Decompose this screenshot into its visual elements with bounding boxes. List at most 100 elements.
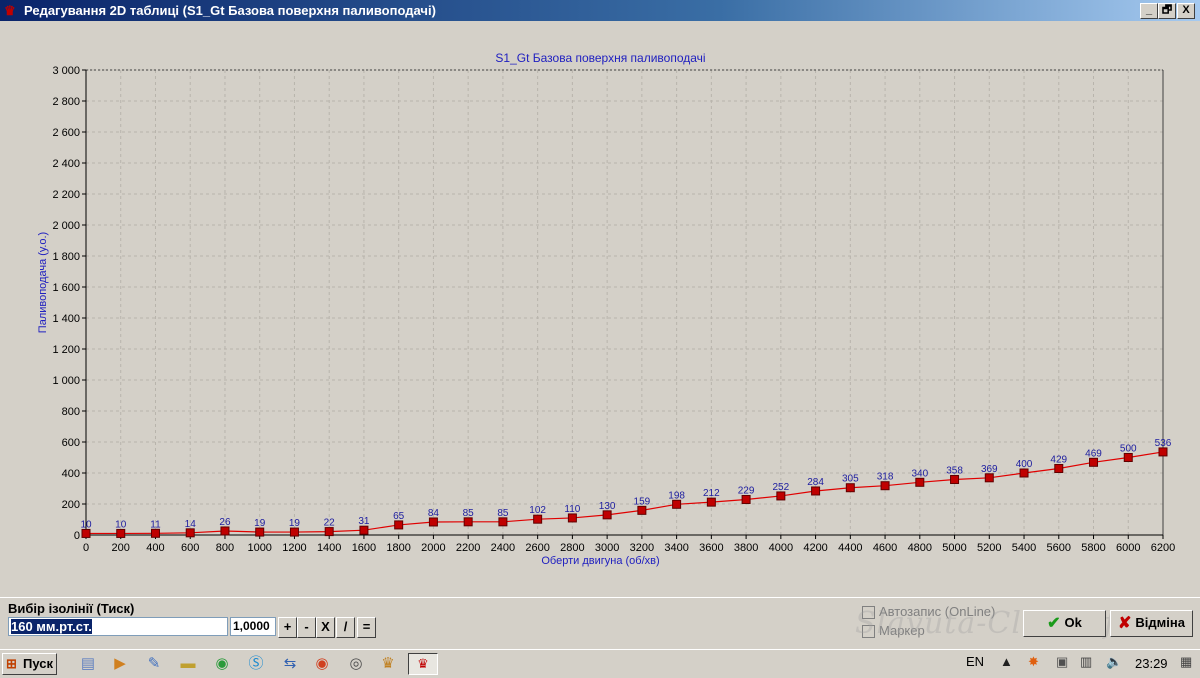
y-tick-label: 800 (62, 406, 80, 418)
plus-button[interactable]: + (278, 617, 297, 638)
isoline-value-field[interactable]: 1,0000 (230, 617, 276, 636)
data-label: 429 (1050, 455, 1067, 466)
minus-button[interactable]: - (297, 617, 316, 638)
explorer-icon[interactable]: ▤ (78, 654, 98, 674)
active-task-crown[interactable]: ♛ (408, 653, 438, 675)
device-tray-icon[interactable]: ▣ (1056, 654, 1068, 670)
folder-icon[interactable]: ▬ (178, 654, 198, 674)
cross-icon: ✘ (1118, 614, 1132, 632)
data-point (706, 497, 716, 507)
x-tick-label: 4400 (838, 542, 862, 554)
chart-area: 0 200 400 600 800 1 000 1 200 1 400 1 600 1 800 2 … (0, 21, 1200, 597)
restore-button[interactable]: 🗗 (1158, 3, 1176, 19)
y-tick-label: 2 800 (52, 96, 80, 108)
data-point (81, 528, 91, 538)
media-player-icon[interactable]: ▶ (110, 654, 130, 674)
data-label: 10 (80, 519, 92, 530)
divide-button[interactable]: / (336, 617, 355, 638)
x-tick-label: 2000 (421, 542, 445, 554)
data-label: 19 (254, 518, 266, 529)
data-point (1089, 457, 1099, 467)
clock: 23:29 (1135, 656, 1168, 671)
plot-background (86, 70, 1163, 535)
data-point (463, 517, 473, 527)
x-tick-label: 5200 (977, 542, 1001, 554)
data-label: 400 (1016, 459, 1033, 470)
data-label: 11 (150, 519, 161, 530)
x-tick-label: 0 (83, 542, 89, 554)
x-tick-label: 4600 (873, 542, 897, 554)
minimize-button[interactable]: _ (1140, 3, 1158, 19)
isoline-select[interactable]: 160 мм.рт.ст. (8, 617, 228, 636)
x-tick-label: 5600 (1047, 542, 1071, 554)
isoline-selected: 160 мм.рт.ст. (11, 619, 92, 634)
x-tick-label: 2600 (525, 542, 549, 554)
data-label: 31 (358, 516, 370, 527)
start-label: Пуск (23, 656, 53, 671)
disc-icon[interactable]: ◎ (346, 654, 366, 674)
data-label: 358 (946, 466, 963, 477)
windows-flag-icon: ⊞ (6, 656, 17, 671)
data-label: 469 (1085, 448, 1102, 459)
ok-label: Ok (1064, 615, 1082, 630)
chart-title: S1_Gt Базова поверхня паливоподачі (495, 51, 705, 65)
x-tick-label: 1400 (317, 542, 341, 554)
antivirus-tray-icon[interactable]: ✸ (1028, 654, 1039, 670)
data-point (1019, 468, 1029, 478)
show-desktop-icon[interactable]: ▦ (1180, 654, 1192, 670)
data-point (150, 528, 160, 538)
x-tick-label: 2800 (560, 542, 584, 554)
data-point (289, 527, 299, 537)
x-axis-title: Оберти двигуна (об/хв) (541, 555, 659, 567)
start-button[interactable]: ⊞ Пуск (2, 653, 57, 675)
network-icon[interactable]: ⇆ (280, 654, 300, 674)
data-label: 85 (497, 508, 509, 519)
x-tick-label: 1200 (282, 542, 306, 554)
alert-tray-icon[interactable]: ▲ (1000, 654, 1013, 669)
ok-button[interactable]: ✔ Ok (1023, 610, 1106, 637)
x-tick-label: 800 (216, 542, 234, 554)
window-title: Редагування 2D таблиці (S1_Gt Базова пов… (24, 3, 436, 18)
x-tick-label: 3600 (699, 542, 723, 554)
data-point (811, 486, 821, 496)
data-label: 84 (428, 508, 440, 519)
data-point (1158, 447, 1168, 457)
cancel-button[interactable]: ✘ Відміна (1110, 610, 1193, 637)
x-tick-label: 200 (112, 542, 130, 554)
pen-icon[interactable]: ✎ (144, 654, 164, 674)
language-indicator[interactable]: EN (966, 654, 984, 669)
data-point (428, 517, 438, 527)
data-label: 19 (289, 518, 301, 529)
volume-icon[interactable]: 🔈 (1106, 654, 1122, 670)
data-label: 102 (529, 505, 546, 516)
data-label: 340 (911, 468, 928, 479)
data-point (845, 483, 855, 493)
data-point (1123, 453, 1133, 462)
data-point (394, 520, 404, 530)
window-titlebar[interactable]: ♛ Редагування 2D таблиці (S1_Gt Базова п… (0, 0, 1200, 21)
data-label: 110 (564, 504, 580, 515)
x-tick-label: 4200 (803, 542, 827, 554)
browser-icon[interactable]: ◉ (312, 654, 332, 674)
data-point (220, 526, 230, 536)
isoline-label: Вибір ізолінії (Тиск) (8, 601, 135, 616)
skype-icon[interactable]: Ⓢ (246, 654, 266, 674)
crown-app-icon[interactable]: ♛ (378, 654, 398, 674)
data-label: 14 (185, 519, 197, 530)
data-point (533, 514, 543, 524)
y-tick-label: 3 000 (52, 65, 80, 77)
y-tick-label: 2 400 (52, 158, 80, 170)
equals-button[interactable]: = (357, 617, 376, 638)
chrome-icon[interactable]: ◉ (212, 654, 232, 674)
y-tick-label: 1 600 (52, 282, 80, 294)
data-point (116, 528, 126, 538)
data-point (324, 527, 334, 537)
data-label: 22 (324, 518, 336, 529)
close-button[interactable]: X (1177, 3, 1195, 19)
data-point (185, 528, 195, 538)
multiply-button[interactable]: X (316, 617, 335, 638)
data-label: 212 (703, 488, 720, 499)
data-label: 10 (115, 519, 127, 530)
data-label: 159 (634, 496, 651, 507)
network-tray-icon[interactable]: ▥ (1080, 654, 1092, 670)
